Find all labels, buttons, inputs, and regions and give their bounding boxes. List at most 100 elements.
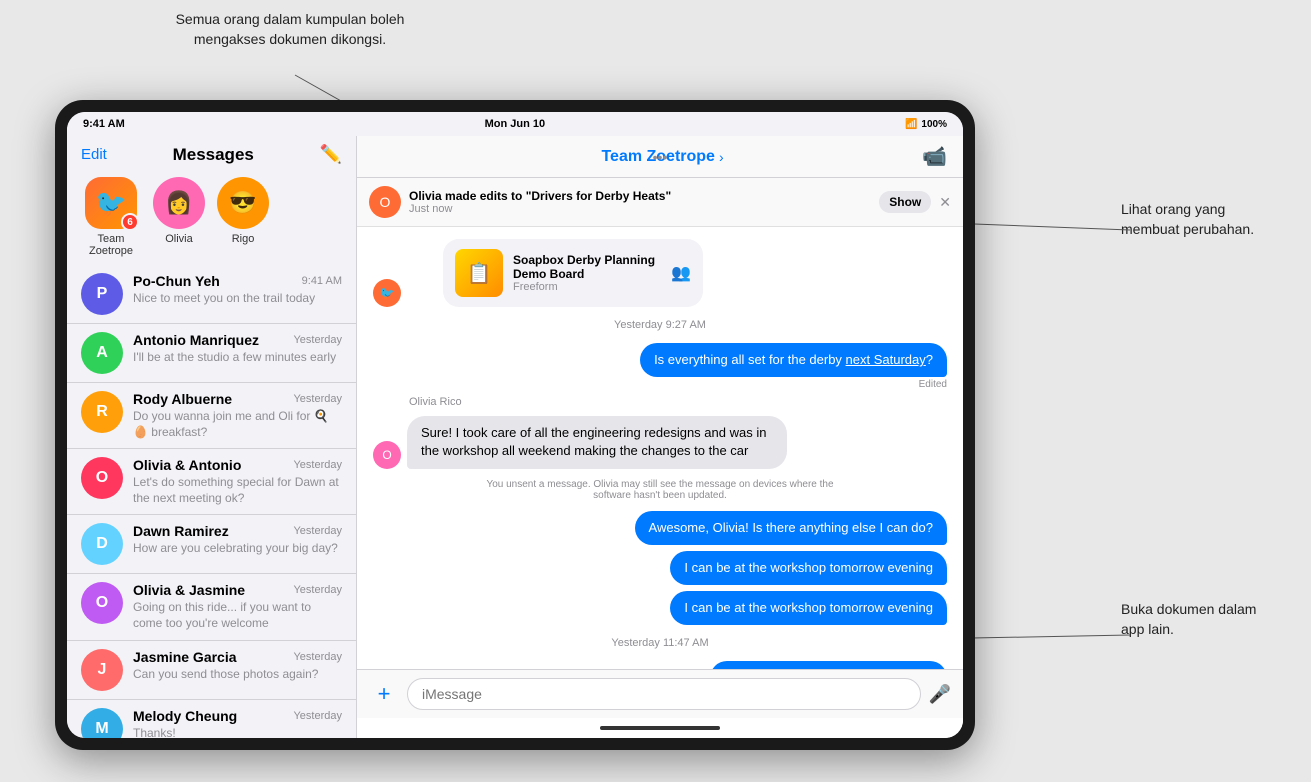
conv-time-dawn: Yesterday [293,525,342,537]
conv-info-olivia-jasmine: Olivia & Jasmine Yesterday Going on this… [133,582,342,631]
chat-area: Team Zoetrope › 📹 ••• O Olivia made edit… [357,136,963,738]
conv-name-antonio: Antonio Manriquez [133,332,259,348]
pinned-item-olivia[interactable]: 👩 Olivia [153,177,205,257]
edited-label-1: Edited [919,379,947,390]
msg-bubble-1: Is everything all set for the derby next… [640,343,947,377]
pinned-item-team-zoetrope[interactable]: 🐦 6 Team Zoetrope [81,177,141,257]
msg-row-6: Let's figure out who'll take each heat [373,661,947,669]
conv-preview-antonio: I'll be at the studio a few minutes earl… [133,350,342,366]
msg-avatar-olivia: O [373,441,401,469]
notif-avatar: O [369,186,401,218]
chat-header: Team Zoetrope › 📹 ••• [357,136,963,178]
msg-bubble-5: I can be at the workshop tomorrow evenin… [670,591,947,625]
conv-avatar-dawn: D [81,523,123,565]
msg-bubble-2: Sure! I took care of all the engineering… [407,416,787,468]
compose-button[interactable]: ✏️ [320,144,342,165]
msg-bubble-4: I can be at the workshop tomorrow evenin… [670,551,947,585]
conv-item-antonio[interactable]: A Antonio Manriquez Yesterday I'll be at… [67,324,356,383]
pinned-item-rigo[interactable]: 😎 Rigo [217,177,269,257]
chevron-right-icon: › [719,149,724,165]
pinned-label-olivia: Olivia [165,233,193,245]
conv-item-pochun[interactable]: P Po-Chun Yeh 9:41 AM Nice to meet you o… [67,265,356,324]
msg-bubble-3: Awesome, Olivia! Is there anything else … [635,511,947,545]
notif-show-button[interactable]: Show [879,191,931,213]
status-bar: 9:41 AM Mon Jun 10 📶 100% [67,112,963,136]
conv-name-jasmine: Jasmine Garcia [133,649,237,665]
conv-info-dawn: Dawn Ramirez Yesterday How are you celeb… [133,523,342,557]
notif-text: Olivia made edits to "Drivers for Derby … [409,189,871,215]
conv-avatar-pochun: P [81,273,123,315]
notif-close-button[interactable]: ✕ [939,194,951,211]
mic-button[interactable]: 🎤 [929,684,951,705]
conv-info-olivia-antonio: Olivia & Antonio Yesterday Let's do some… [133,457,342,506]
doc-info-soapbox: Soapbox Derby Planning Demo Board Freefo… [513,253,661,293]
sidebar-header: Edit Messages ✏️ [67,136,356,169]
conv-name-rody: Rody Albuerne [133,391,232,407]
timestamp-yesterday-afternoon: Yesterday 11:47 AM [373,637,947,649]
conv-info-jasmine: Jasmine Garcia Yesterday Can you send th… [133,649,342,683]
unsent-notice: You unsent a message. Olivia may still s… [460,475,860,505]
msg-row-1: Is everything all set for the derby next… [373,343,947,390]
ipad-screen: 9:41 AM Mon Jun 10 📶 100% Edit Messages … [67,112,963,738]
doc-card-row: 🐦 📋 Soapbox Derby Planning Demo Board Fr… [373,239,947,307]
avatar-container-team: 🐦 6 [85,177,137,229]
conv-item-olivia-jasmine[interactable]: O Olivia & Jasmine Yesterday Going on th… [67,574,356,640]
sidebar: Edit Messages ✏️ 🐦 6 Team Zoetrope [67,136,357,738]
conversation-list: P Po-Chun Yeh 9:41 AM Nice to meet you o… [67,265,356,738]
conv-item-dawn[interactable]: D Dawn Ramirez Yesterday How are you cel… [67,515,356,574]
sender-label-olivia: Olivia Rico [409,396,947,408]
timestamp-yesterday-morning: Yesterday 9:27 AM [373,319,947,331]
notif-subtitle: Just now [409,203,871,215]
conv-preview-melody: Thanks! [133,726,342,738]
conv-time-antonio: Yesterday [293,334,342,346]
conv-info-rody: Rody Albuerne Yesterday Do you wanna joi… [133,391,342,440]
conv-header-pochun: Po-Chun Yeh 9:41 AM [133,273,342,289]
conv-item-jasmine[interactable]: J Jasmine Garcia Yesterday Can you send … [67,641,356,700]
doc-card-soapbox[interactable]: 📋 Soapbox Derby Planning Demo Board Free… [443,239,703,307]
input-bar: + 🎤 [357,669,963,718]
conv-avatar-jasmine: J [81,649,123,691]
conv-info-pochun: Po-Chun Yeh 9:41 AM Nice to meet you on … [133,273,342,307]
wifi-icon: 📶 [905,119,917,130]
badge-team-zoetrope: 6 [121,213,139,231]
conv-time-jasmine: Yesterday [293,651,342,663]
edit-button[interactable]: Edit [81,146,107,163]
conv-name-pochun: Po-Chun Yeh [133,273,220,289]
conv-header-jasmine: Jasmine Garcia Yesterday [133,649,342,665]
conv-name-melody: Melody Cheung [133,708,237,724]
conv-preview-olivia-antonio: Let's do something special for Dawn at t… [133,475,342,506]
conv-time-pochun: 9:41 AM [302,275,342,287]
notif-title: Olivia made edits to "Drivers for Derby … [409,189,871,203]
battery-icon: 100% [921,119,947,130]
msg-row-5: I can be at the workshop tomorrow evenin… [373,591,947,625]
conv-time-olivia-antonio: Yesterday [293,459,342,471]
home-indicator [357,718,963,738]
conv-item-melody[interactable]: M Melody Cheung Yesterday Thanks! [67,700,356,738]
status-date: Mon Jun 10 [485,118,546,130]
video-call-button[interactable]: 📹 [922,144,947,169]
msg-avatar-team: 🐦 [373,279,401,307]
conv-name-olivia-antonio: Olivia & Antonio [133,457,241,473]
conv-header-dawn: Dawn Ramirez Yesterday [133,523,342,539]
msg-row-4: I can be at the workshop tomorrow evenin… [373,551,947,585]
conv-item-olivia-antonio[interactable]: O Olivia & Antonio Yesterday Let's do so… [67,449,356,515]
status-time: 9:41 AM [83,118,125,130]
messages-area: 🐦 📋 Soapbox Derby Planning Demo Board Fr… [357,227,963,669]
message-input[interactable] [407,678,921,710]
conv-preview-dawn: How are you celebrating your big day? [133,541,342,557]
status-icons: 📶 100% [905,119,947,130]
doc-thumb-soapbox: 📋 [455,249,503,297]
notification-banner: O Olivia made edits to "Drivers for Derb… [357,178,963,227]
conv-name-dawn: Dawn Ramirez [133,523,229,539]
share-icon: 👥 [671,263,691,283]
add-attachment-button[interactable]: + [369,679,399,709]
conv-preview-jasmine: Can you send those photos again? [133,667,342,683]
annotation-right-bottom: Buka dokumen dalam app lain. [1121,600,1281,639]
pinned-label-rigo: Rigo [232,233,255,245]
conv-avatar-rody: R [81,391,123,433]
conv-header-antonio: Antonio Manriquez Yesterday [133,332,342,348]
conv-avatar-antonio: A [81,332,123,374]
conv-header-olivia-antonio: Olivia & Antonio Yesterday [133,457,342,473]
conv-item-rody[interactable]: R Rody Albuerne Yesterday Do you wanna j… [67,383,356,449]
conv-avatar-olivia-antonio: O [81,457,123,499]
